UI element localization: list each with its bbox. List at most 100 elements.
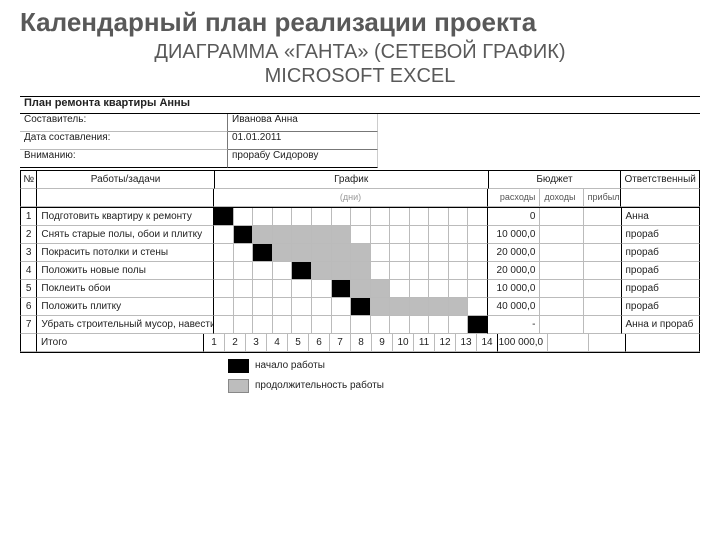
task-row: 3Покрасить потолки и стены 20 000,0 прораб [20,244,700,262]
gantt-cell [292,280,312,298]
legend: начало работы продолжительность работы [20,359,700,393]
gantt-cell [429,262,449,280]
plan-title: План ремонта квартиры Анны [20,97,700,114]
task-income [540,280,583,298]
task-expense: 10 000,0 [488,280,541,298]
legend-start: начало работы [228,359,700,373]
gantt-cell [292,316,312,334]
gantt-cell [351,244,371,262]
gantt-cell [214,244,234,262]
gantt-cell [312,208,332,226]
day-tick: 7 [330,334,351,352]
task-name: Убрать строительный мусор, навести чисто… [37,316,214,334]
gantt-cell [332,226,352,244]
header-responsible: Ответственный [621,171,700,189]
meta-block: План ремонта квартиры Анны Составитель: … [20,97,700,168]
gantt-cell [410,226,430,244]
days-caption: (дни) [214,189,487,207]
gantt-cell [410,262,430,280]
meta-value-attn: прорабу Сидорову [228,150,378,168]
gantt-cell [390,298,410,316]
gantt-cell [468,280,488,298]
legend-label-duration: продолжительность работы [255,380,384,391]
task-row: 2Снять старые полы, обои и плитку10 000,… [20,226,700,244]
gantt-cell [351,226,371,244]
gantt-cell [273,280,293,298]
gantt-cell [468,298,488,316]
gantt-cell [429,316,449,334]
gantt-cell [292,208,312,226]
gantt-cell [234,298,254,316]
gantt-cell [468,244,488,262]
day-tick: 2 [225,334,246,352]
task-name: Положить новые полы [37,262,214,280]
gantt-cell [429,280,449,298]
task-num: 3 [20,244,37,262]
gantt-cell [449,316,469,334]
gantt-cell [332,316,352,334]
legend-swatch-black [228,359,249,373]
gantt-cell [214,262,234,280]
day-axis: 1234567891011121314 [204,334,498,352]
gantt-cell [292,298,312,316]
gantt-cell [468,226,488,244]
task-row: 7Убрать строительный мусор, навести чист… [20,316,700,334]
meta-value-author: Иванова Анна [228,114,378,132]
task-profit [584,298,622,316]
day-tick: 9 [372,334,393,352]
task-name: Покрасить потолки и стены [37,244,214,262]
gantt-cell [273,226,293,244]
gantt-cell [371,298,391,316]
task-responsible: прораб [622,262,701,280]
gantt-cell [371,244,391,262]
day-tick: 1 [204,334,225,352]
gantt-cell [371,280,391,298]
gantt-cell [410,244,430,262]
gantt-cell [351,280,371,298]
gantt-cell [390,280,410,298]
task-num: 6 [20,298,37,316]
task-responsible: прораб [622,280,701,298]
meta-label-attn: Вниманию: [20,150,228,168]
task-responsible: прораб [622,244,701,262]
task-expense: 20 000,0 [488,262,541,280]
gantt-cell [332,298,352,316]
task-num: 1 [20,208,37,226]
gantt-cell [253,280,273,298]
gantt-cell [273,262,293,280]
gantt-cell [273,298,293,316]
day-tick: 3 [246,334,267,352]
gantt-cell [234,226,254,244]
gantt-cell [371,208,391,226]
task-profit [584,244,622,262]
task-income [540,208,583,226]
task-num: 4 [20,262,37,280]
gantt-cell [253,208,273,226]
gantt-cell [214,226,234,244]
meta-row-author: Составитель: Иванова Анна [20,114,700,132]
meta-value-date: 01.01.2011 [228,132,378,150]
task-name: Положить плитку [37,298,214,316]
day-tick: 11 [414,334,435,352]
slide-title: Календарный план реализации проекта [20,8,700,38]
spreadsheet: План ремонта квартиры Анны Составитель: … [20,96,700,393]
totals-label: Итого [37,334,204,352]
subheader-row: (дни) расходы доходы прибыль [20,189,700,208]
gantt-cell [234,316,254,334]
task-expense: 20 000,0 [488,244,541,262]
task-income [540,316,583,334]
gantt-cell [351,262,371,280]
task-num: 7 [20,316,37,334]
gantt-cell [390,208,410,226]
gantt-cell [312,316,332,334]
day-tick: 10 [393,334,414,352]
gantt-cell [429,226,449,244]
gantt-cell [273,208,293,226]
task-num: 5 [20,280,37,298]
gantt-cell [234,208,254,226]
gantt-cell [371,262,391,280]
totals-row: Итого 1234567891011121314 100 000,0 [20,334,700,353]
gantt-cell [234,280,254,298]
task-expense: - [488,316,541,334]
gantt-cell [390,262,410,280]
